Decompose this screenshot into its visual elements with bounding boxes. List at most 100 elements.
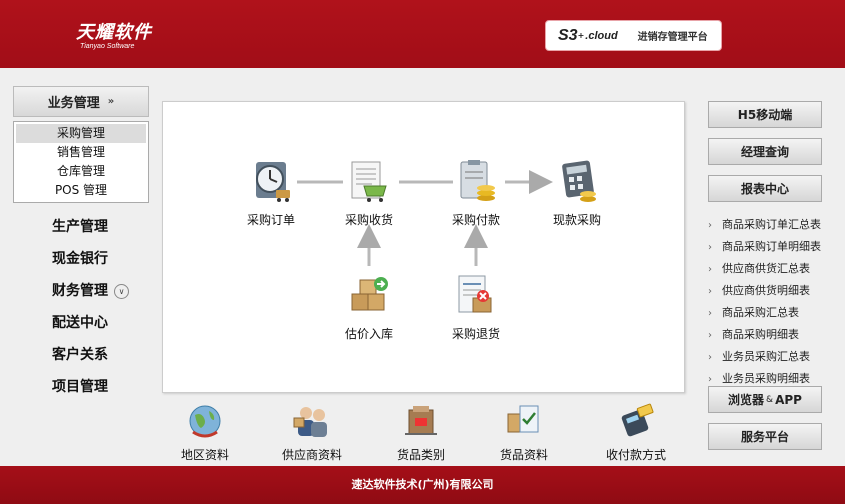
- report-label: 商品采购订单汇总表: [722, 218, 821, 231]
- node-label: 采购退货: [451, 327, 500, 341]
- nav-item-distribution[interactable]: 配送中心: [52, 307, 129, 339]
- button-label: 报表中心: [740, 182, 789, 196]
- flow-arrows: [297, 170, 553, 266]
- flow-node-purchase-order[interactable]: 采购订单: [226, 158, 316, 228]
- bottom-item-payment-methods[interactable]: 收付款方式: [591, 402, 681, 463]
- document-return-icon: [458, 275, 492, 313]
- report-label: 商品采购明细表: [722, 328, 799, 341]
- nav-item-finance[interactable]: 财务管理 ∨: [52, 275, 129, 307]
- bottom-label: 收付款方式: [605, 448, 666, 462]
- clock-cart-icon: [256, 162, 290, 202]
- bottom-item-goods-category[interactable]: 货品类别: [376, 402, 466, 463]
- nav-item-production[interactable]: 生产管理: [52, 211, 129, 243]
- badge-cloud: .cloud: [585, 29, 618, 42]
- bottom-label: 货品类别: [396, 448, 445, 462]
- chevron-right-icon: ›: [708, 242, 712, 253]
- report-label: 商品采购订单明细表: [722, 240, 821, 253]
- chevron-right-icon: ›: [708, 330, 712, 341]
- chevron-right-icon: ›: [708, 286, 712, 297]
- amp-label: &: [766, 394, 774, 405]
- submenu-item-purchase[interactable]: 采购管理: [16, 124, 146, 143]
- report-link[interactable]: › 商品采购明细表: [708, 324, 821, 346]
- report-link[interactable]: › 商品采购订单明细表: [708, 236, 821, 258]
- report-link[interactable]: › 供应商供货明细表: [708, 280, 821, 302]
- nav-item-cash-bank[interactable]: 现金银行: [52, 243, 129, 275]
- main-nav-list: 生产管理 现金银行 财务管理 ∨ 配送中心 客户关系 项目管理: [52, 211, 129, 403]
- nav-label: 现金银行: [52, 251, 108, 267]
- clipboard-coins-icon: [460, 160, 495, 201]
- receipt-cart-icon: [351, 161, 387, 202]
- node-label: 估价入库: [344, 327, 393, 341]
- report-list: › 商品采购订单汇总表 › 商品采购订单明细表 › 供应商供货汇总表 › 供应商供货明细…: [708, 214, 821, 390]
- nav-label: 客户关系: [52, 347, 108, 363]
- nav-business-management[interactable]: 业务管理 »: [13, 86, 149, 117]
- box-category-icon: [405, 406, 437, 435]
- report-label: 商品采购汇总表: [722, 306, 799, 319]
- product-badge: S3 + .cloud 进销存管理平台: [545, 20, 722, 51]
- manager-query-button[interactable]: 经理查询: [708, 138, 822, 165]
- flow-node-purchase-return[interactable]: 采购退货: [431, 272, 521, 342]
- chevron-right-icon: ›: [708, 308, 712, 319]
- node-label: 采购付款: [451, 213, 500, 227]
- submenu-item-warehouse[interactable]: 仓库管理: [16, 162, 146, 181]
- bottom-label: 供应商资料: [281, 448, 342, 462]
- bottom-item-goods-info[interactable]: 货品资料: [479, 402, 569, 463]
- submenu-item-sales[interactable]: 销售管理: [16, 143, 146, 162]
- button-label-b: APP: [775, 392, 802, 407]
- flow-node-cash-purchase[interactable]: 现款采购: [532, 158, 622, 228]
- report-link[interactable]: › 业务员采购汇总表: [708, 346, 821, 368]
- box-checklist-icon: [507, 405, 539, 433]
- nav-item-crm[interactable]: 客户关系: [52, 339, 129, 371]
- app-footer: 速达软件技术(广州)有限公司: [0, 466, 845, 504]
- button-label: 经理查询: [740, 145, 789, 159]
- button-label: H5移动端: [737, 108, 793, 122]
- boxes-stockin-icon: [351, 277, 388, 311]
- purchase-flow-panel: 采购订单 采购收货 采购付款 现款采购 估价入库 采购退货: [162, 101, 685, 393]
- flow-node-purchase-receive[interactable]: 采购收货: [324, 158, 414, 228]
- report-label: 业务员采购汇总表: [722, 350, 810, 363]
- bottom-item-suppliers[interactable]: 供应商资料: [267, 402, 357, 463]
- card-terminal-icon: [621, 403, 654, 437]
- chevron-right-icon: ›: [708, 220, 712, 231]
- app-header: 天耀软件 Tianyao Software S3 + .cloud 进销存管理平台: [0, 0, 845, 68]
- report-center-button[interactable]: 报表中心: [708, 175, 822, 202]
- expand-circle-chevron-icon[interactable]: ∨: [114, 283, 129, 299]
- node-label: 现款采购: [552, 213, 601, 227]
- nav-label: 项目管理: [52, 379, 108, 395]
- flow-node-purchase-payment[interactable]: 采购付款: [431, 158, 521, 228]
- chevron-right-icon: ›: [708, 264, 712, 275]
- nav-item-projects[interactable]: 项目管理: [52, 371, 129, 403]
- node-label: 采购收货: [344, 213, 393, 227]
- business-submenu: 采购管理 销售管理 仓库管理 POS 管理: [13, 121, 149, 203]
- report-link[interactable]: › 商品采购汇总表: [708, 302, 821, 324]
- browser-app-button[interactable]: 浏览器 & APP: [708, 386, 822, 413]
- nav-label: 生产管理: [52, 219, 108, 235]
- flow-node-estimate-stockin[interactable]: 估价入库: [324, 272, 414, 342]
- report-label: 业务员采购明细表: [722, 372, 810, 385]
- badge-platform: 进销存管理平台: [637, 32, 708, 43]
- bottom-item-regions[interactable]: 地区资料: [160, 402, 250, 463]
- bottom-label: 地区资料: [180, 448, 229, 462]
- double-chevron-down-icon: »: [107, 96, 115, 107]
- nav-label: 财务管理: [52, 283, 108, 299]
- supplier-people-icon: [293, 407, 327, 437]
- button-label: 浏览器: [728, 393, 765, 407]
- brand-logo: 天耀软件 Tianyao Software: [76, 18, 152, 50]
- globe-icon: [189, 405, 221, 438]
- logo-cn: 天耀软件: [76, 22, 152, 43]
- button-label: 服务平台: [740, 430, 789, 444]
- chevron-right-icon: ›: [708, 352, 712, 363]
- report-label: 供应商供货汇总表: [722, 262, 810, 275]
- badge-sup: +: [577, 31, 585, 40]
- footer-text: 速达软件技术(广州)有限公司: [351, 478, 494, 491]
- submenu-item-pos[interactable]: POS 管理: [16, 181, 146, 200]
- calculator-coins-icon: [562, 160, 596, 202]
- report-label: 供应商供货明细表: [722, 284, 810, 297]
- service-platform-button[interactable]: 服务平台: [708, 423, 822, 450]
- badge-s3: S3: [558, 26, 578, 44]
- nav-label: 配送中心: [52, 315, 108, 331]
- report-link[interactable]: › 供应商供货汇总表: [708, 258, 821, 280]
- report-link[interactable]: › 商品采购订单汇总表: [708, 214, 821, 236]
- h5-mobile-button[interactable]: H5移动端: [708, 101, 822, 128]
- nav-head-label: 业务管理: [47, 96, 100, 111]
